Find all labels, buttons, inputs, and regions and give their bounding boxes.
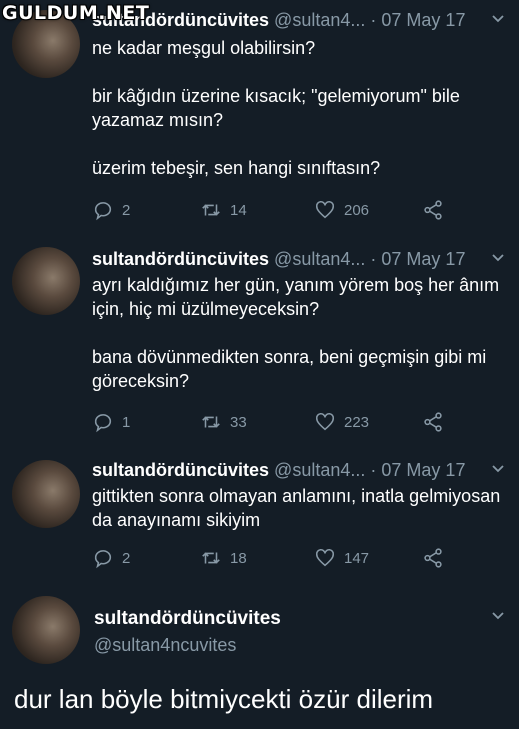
like-icon (315, 548, 335, 567)
retweet-icon (202, 416, 220, 428)
tweet-paragraph: bana dövünmedikten sonra, beni geçmişin … (92, 347, 487, 391)
watermark: GULDUM.NET (2, 2, 150, 24)
tweet-actions: 1 33 223 (92, 410, 452, 434)
tweet-paragraph: üzerim tebeşir, sen hangi sınıftasın? (92, 158, 381, 178)
timestamp[interactable]: 07 May 17 (381, 460, 465, 480)
tweet-actions: 2 18 147 (92, 546, 452, 570)
retweet-count: 33 (230, 413, 247, 431)
share-button[interactable] (422, 198, 444, 222)
share-button[interactable] (422, 410, 444, 434)
like-button[interactable]: 147 (314, 546, 369, 570)
tweet-text: ayrı kaldığımız her gün, yanım yörem boş… (92, 273, 505, 393)
retweet-button[interactable]: 18 (200, 546, 247, 570)
share-icon (424, 200, 442, 220)
chevron-down-icon[interactable] (491, 608, 505, 625)
chevron-down-icon[interactable] (491, 247, 505, 271)
user-handle[interactable]: @sultan4ncuvites (94, 635, 236, 656)
tweet-actions: 2 14 206 (92, 198, 452, 222)
reply-icon (94, 202, 112, 221)
retweet-button[interactable]: 33 (200, 410, 247, 434)
chevron-down-icon[interactable] (491, 8, 505, 32)
retweet-button[interactable]: 14 (200, 198, 247, 222)
tweet-header: sultandördüncüvites @sultan4... · 07 May… (92, 247, 509, 271)
separator-dot: · (370, 460, 377, 480)
like-icon (315, 412, 335, 431)
reply-button[interactable]: 2 (92, 198, 130, 222)
user-handle[interactable]: @sultan4... (274, 10, 365, 30)
like-count: 147 (344, 549, 370, 567)
display-name[interactable]: sultandördüncüvites (92, 460, 269, 480)
tweet-text: dur lan böyle bitmiycekti özür dilerim (14, 684, 434, 714)
tweet-paragraph: bir kâğıdın üzerine kısacık; "gelemiyoru… (92, 86, 460, 130)
like-button[interactable]: 223 (314, 410, 369, 434)
reply-icon (94, 550, 112, 569)
retweet-count: 18 (230, 549, 247, 567)
tweet-text: ne kadar meşgul olabilirsin? bir kâğıdın… (92, 36, 505, 180)
separator-dot: · (370, 249, 377, 269)
reply-button[interactable]: 2 (92, 546, 130, 570)
avatar[interactable] (12, 596, 80, 664)
timestamp[interactable]: 07 May 17 (381, 249, 465, 269)
like-count: 223 (344, 413, 370, 431)
tweet-paragraph: gittikten sonra olmayan anlamını, inatla… (92, 486, 501, 530)
user-handle[interactable]: @sultan4... (274, 249, 365, 269)
tweet-paragraph: ne kadar meşgul olabilirsin? (92, 38, 316, 58)
share-button[interactable] (422, 546, 444, 570)
expanded-tweet[interactable]: sultandördüncüvites @sultan4ncuvites dur… (0, 596, 519, 729)
user-handle[interactable]: @sultan4... (274, 460, 365, 480)
retweet-count: 14 (230, 201, 247, 219)
reply-count: 2 (122, 549, 131, 567)
share-icon (424, 548, 442, 568)
display-name[interactable]: sultandördüncüvites (92, 249, 269, 269)
tweet-header: sultandördüncüvites @sultan4... · 07 May… (92, 8, 509, 32)
like-count: 206 (344, 201, 370, 219)
reply-icon (94, 414, 112, 433)
like-button[interactable]: 206 (314, 198, 369, 222)
separator-dot: · (370, 10, 377, 30)
share-icon (424, 412, 442, 432)
retweet-icon (202, 552, 220, 564)
reply-count: 1 (122, 413, 131, 431)
like-icon (315, 200, 335, 219)
reply-count: 2 (122, 201, 131, 219)
avatar[interactable] (12, 247, 80, 315)
reply-button[interactable]: 1 (92, 410, 130, 434)
chevron-down-icon[interactable] (491, 458, 505, 482)
retweet-icon (202, 204, 220, 216)
tweet-paragraph: ayrı kaldığımız her gün, yanım yörem boş… (92, 275, 500, 319)
display-name[interactable]: sultandördüncüvites (94, 608, 281, 630)
tweet-header: sultandördüncüvites @sultan4... · 07 May… (92, 458, 509, 482)
tweet-text: gittikten sonra olmayan anlamını, inatla… (92, 484, 505, 532)
timestamp[interactable]: 07 May 17 (381, 10, 465, 30)
avatar[interactable] (12, 460, 80, 528)
